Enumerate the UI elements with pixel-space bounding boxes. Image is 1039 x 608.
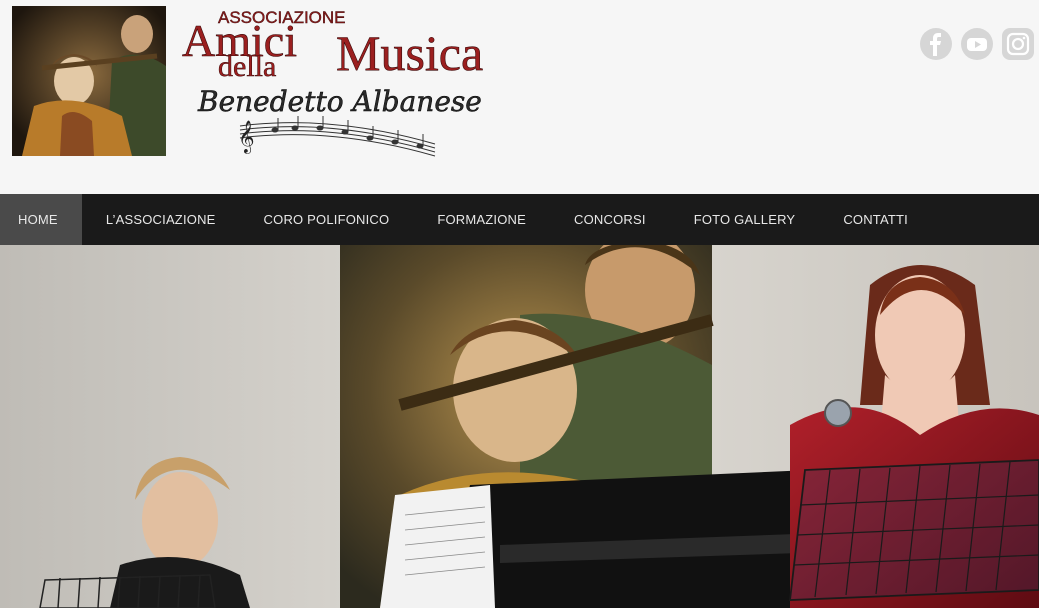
svg-text:𝄞: 𝄞 xyxy=(238,121,255,154)
nav-associazione[interactable]: L’ASSOCIAZIONE xyxy=(82,194,240,245)
nav-coro-polifonico[interactable]: CORO POLIFONICO xyxy=(240,194,414,245)
nav-contatti[interactable]: CONTATTI xyxy=(819,194,932,245)
facebook-icon xyxy=(930,33,941,56)
nav-home[interactable]: HOME xyxy=(0,194,82,245)
nav-formazione[interactable]: FORMAZIONE xyxy=(413,194,550,245)
youtube-button[interactable] xyxy=(961,28,993,60)
youtube-icon xyxy=(967,38,987,51)
logo-della: della xyxy=(218,50,276,83)
site-header: ASSOCIAZIONE Amici Musica della Benedett… xyxy=(0,0,1039,194)
main-navigation: HOME L’ASSOCIAZIONE CORO POLIFONICO FORM… xyxy=(0,194,1039,245)
logo-musica: Musica xyxy=(336,25,483,81)
site-logo[interactable]: ASSOCIAZIONE Amici Musica della Benedett… xyxy=(180,4,500,164)
social-links xyxy=(920,28,1034,60)
instagram-button[interactable] xyxy=(1002,28,1034,60)
facebook-button[interactable] xyxy=(920,28,952,60)
painting-thumbnail[interactable] xyxy=(12,6,166,156)
hero-image xyxy=(0,245,1039,608)
nav-concorsi[interactable]: CONCORSI xyxy=(550,194,670,245)
music-notes-icon: 𝄞 xyxy=(238,116,436,157)
nav-foto-gallery[interactable]: FOTO GALLERY xyxy=(670,194,820,245)
instagram-icon xyxy=(1006,32,1030,56)
logo-benedetto-albanese: Benedetto Albanese xyxy=(197,85,482,118)
